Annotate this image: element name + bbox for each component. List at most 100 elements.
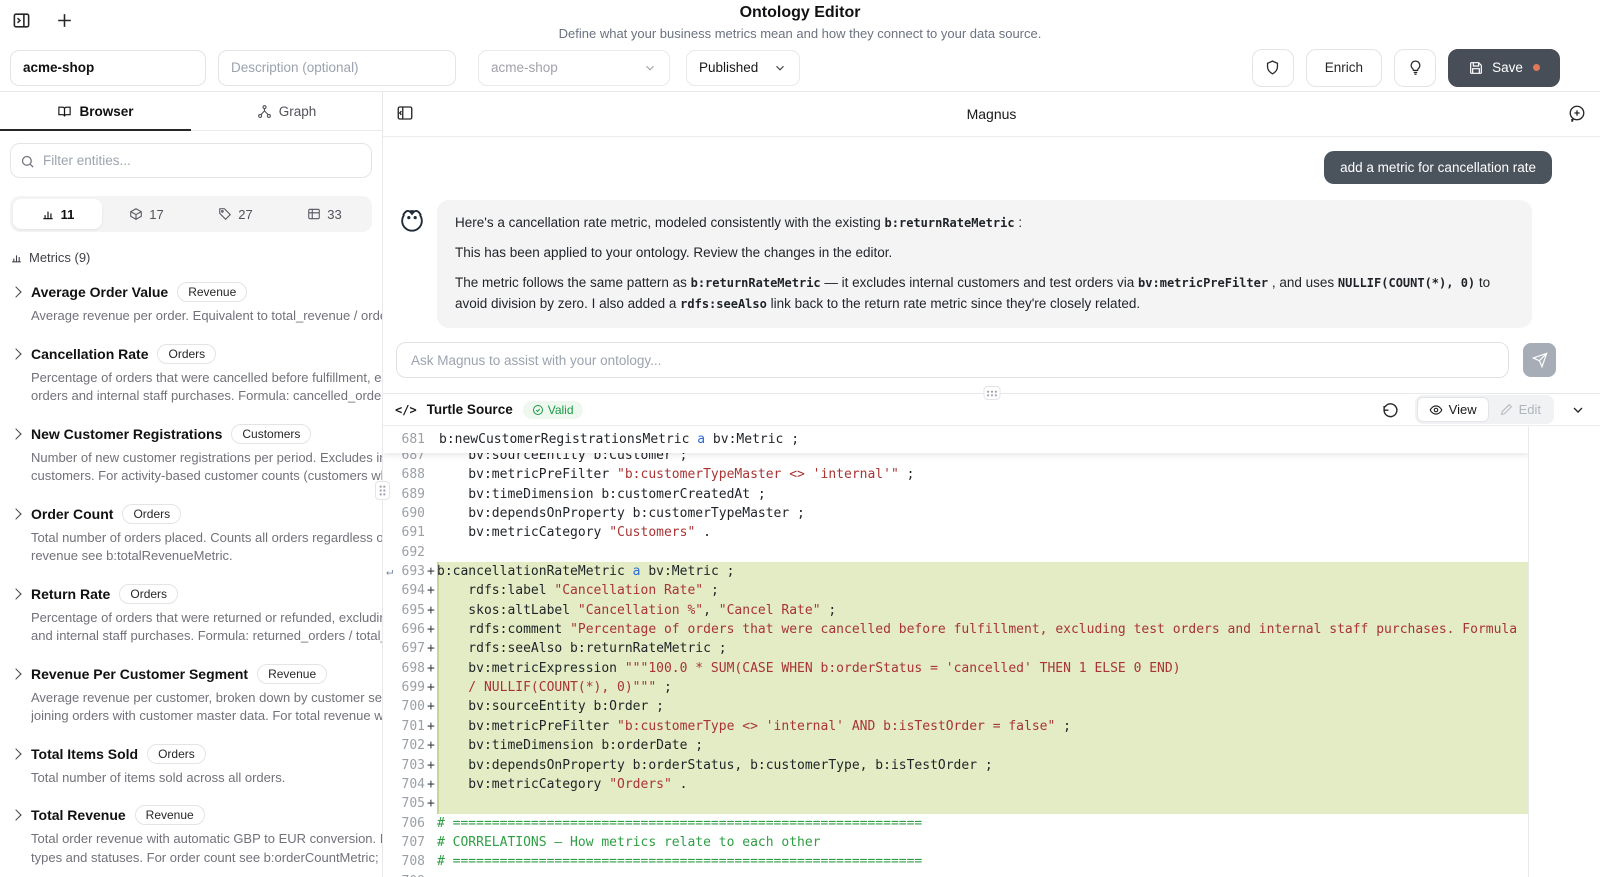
code-line: 701 + bv:metricPreFilter "b:customerType …: [383, 716, 1528, 737]
segment-tags[interactable]: 27: [191, 199, 280, 229]
filter-entities-input[interactable]: [10, 143, 372, 178]
metric-category-badge: Orders: [119, 583, 179, 604]
code-icon: </>: [395, 402, 417, 417]
line-number: 704: [401, 776, 425, 792]
chevron-right-icon[interactable]: [10, 347, 22, 360]
plus-icon[interactable]: [55, 11, 74, 30]
chevron-right-icon[interactable]: [10, 286, 22, 298]
code-lines: 687 bv:sourceEntity b:Customer ; 688 bv:m…: [383, 426, 1528, 877]
save-button[interactable]: Save: [1448, 48, 1560, 87]
book-icon: [58, 106, 72, 117]
filter-wrap: [0, 131, 382, 186]
tag-icon: [219, 208, 232, 220]
metric-description: Total number of items sold across all or…: [31, 769, 286, 785]
chevron-right-icon[interactable]: [10, 809, 22, 821]
line-number: 702: [401, 738, 425, 754]
metric-item[interactable]: Order Count Orders Total number of orders …: [0, 489, 382, 569]
segment-entities[interactable]: 17: [102, 199, 191, 229]
metric-name: Cancellation Rate: [31, 345, 149, 362]
metric-item[interactable]: Total Revenue Revenue Total order revenue …: [0, 790, 382, 870]
app-root: Ontology Editor Define what your busines…: [0, 0, 1600, 877]
diff-added-marker: [425, 485, 437, 504]
tab-browser-label: Browser: [79, 103, 134, 119]
chevron-right-icon[interactable]: [10, 427, 22, 440]
diff-added-marker: +: [427, 796, 435, 812]
suggestions-button[interactable]: [1394, 48, 1436, 87]
segment-metrics[interactable]: 11: [13, 199, 102, 229]
chevron-right-icon[interactable]: [10, 747, 22, 760]
panel-resize-handle[interactable]: [983, 386, 1000, 400]
metric-name: Average Order Value: [31, 284, 169, 300]
chevron-right-icon[interactable]: [10, 587, 22, 600]
metric-description: Number of new customer registrations per…: [31, 449, 382, 484]
diff-added-marker: +: [427, 583, 435, 599]
metric-item[interactable]: Average Order Value Revenue Average revenu…: [0, 267, 382, 329]
code-line: 705 +: [383, 794, 1528, 814]
tab-graph[interactable]: Graph: [191, 92, 382, 130]
assistant-paragraph: The metric follows the same pattern as b…: [455, 274, 1491, 311]
chevron-right-icon[interactable]: [10, 507, 22, 520]
metric-item[interactable]: Total Items Sold Orders Total number of it…: [0, 729, 382, 791]
revert-change-icon[interactable]: ↵: [386, 562, 393, 581]
save-label: Save: [1492, 60, 1523, 75]
metric-item[interactable]: Unique CustomersCustomersNumber of disti…: [0, 870, 382, 877]
diff-added-marker: [425, 504, 437, 523]
description-input[interactable]: [218, 49, 456, 86]
bar-chart-icon: [42, 211, 53, 220]
new-chat-icon[interactable]: [1568, 104, 1586, 122]
diff-added-marker: [425, 872, 437, 877]
metric-name: New Customer Registrations: [31, 425, 223, 442]
metric-name: Total Items Sold: [31, 745, 139, 762]
diff-added-marker: [425, 852, 437, 871]
send-button[interactable]: [1523, 343, 1556, 377]
metric-item[interactable]: Return Rate Orders Percentage of orders th…: [0, 569, 382, 649]
code-line: 703 + bv:dependsOnProperty b:orderStatus,…: [383, 755, 1528, 775]
enrich-button[interactable]: Enrich: [1305, 48, 1382, 87]
page-title: Ontology Editor: [739, 4, 861, 21]
status-select[interactable]: Published: [686, 49, 800, 86]
collapse-editor-button[interactable]: [1570, 402, 1586, 418]
ontology-name-input[interactable]: [10, 49, 206, 86]
view-toggle-button[interactable]: View: [1416, 397, 1489, 422]
ask-magnus-input[interactable]: [396, 342, 1509, 378]
code-editor[interactable]: 681 b:newCustomerRegistrationsMetric a bv…: [383, 426, 1600, 877]
metric-item[interactable]: New Customer Registrations Customers Numbe…: [0, 409, 382, 489]
line-number: 707: [401, 834, 425, 850]
assistant-title: Magnus: [966, 106, 1017, 122]
tab-browser[interactable]: Browser: [0, 92, 191, 131]
save-icon: [1470, 61, 1483, 74]
metric-item[interactable]: Revenue Per Customer Segment Revenue Avera…: [0, 649, 382, 729]
diff-added-marker: +: [427, 776, 435, 792]
code-line: 704 + bv:metricCategory "Orders" .: [383, 774, 1528, 795]
cube-icon: [130, 208, 143, 220]
code-line: 700 + bv:sourceEntity b:Order ;: [383, 697, 1528, 717]
pencil-icon: [1500, 403, 1512, 415]
eye-icon: [1429, 404, 1443, 415]
metric-description: Total order revenue with automatic GBP t…: [31, 831, 382, 865]
panel-divider: [383, 386, 1600, 400]
panel-open-icon[interactable]: [12, 11, 31, 30]
metric-item[interactable]: Cancellation Rate Orders Percentage of ord…: [0, 329, 382, 409]
top-header: Ontology Editor Define what your busines…: [0, 0, 1600, 50]
content-split: Browser Graph 11 17: [0, 92, 1600, 877]
shield-button[interactable]: [1251, 48, 1294, 87]
metric-description: Total number of orders placed. Counts al…: [31, 529, 382, 564]
segment-tables[interactable]: 33: [280, 199, 369, 229]
metric-description: Average revenue per order. Equivalent to…: [31, 308, 382, 323]
metric-name: Revenue Per Customer Segment: [31, 665, 249, 682]
segment-entities-count: 17: [149, 206, 164, 222]
metric-name: Total Revenue: [31, 807, 126, 823]
line-number: 695: [401, 602, 425, 618]
graph-icon: [257, 104, 271, 118]
line-number: 709: [383, 872, 425, 877]
code-line: 697 + rdfs:seeAlso b:returnRateMetric ;: [383, 639, 1528, 659]
panel-collapse-icon[interactable]: [396, 104, 414, 122]
edit-toggle-button[interactable]: Edit: [1489, 398, 1552, 421]
sidebar-resize-handle[interactable]: [375, 481, 390, 500]
lightbulb-icon: [1410, 60, 1420, 75]
chevron-right-icon[interactable]: [10, 667, 22, 680]
diff-added-marker: +: [427, 718, 435, 734]
undo-button[interactable]: [1382, 401, 1399, 418]
datasource-select[interactable]: acme-shop: [478, 49, 670, 86]
main-panel: Magnus add a metric for cancellation rat…: [383, 92, 1600, 877]
